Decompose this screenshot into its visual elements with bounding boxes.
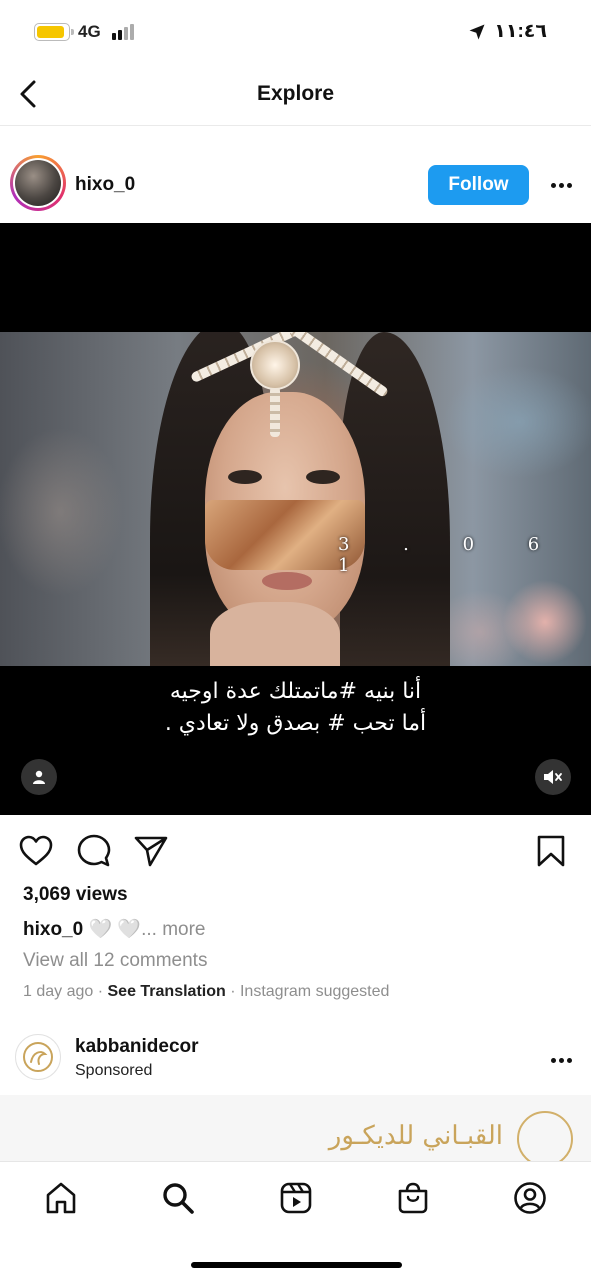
network-type: 4G bbox=[78, 22, 101, 41]
post-username[interactable]: hixo_0 bbox=[75, 174, 135, 196]
meta-separator: · bbox=[225, 983, 240, 1000]
comment-button[interactable] bbox=[76, 833, 112, 869]
comment-icon bbox=[77, 834, 111, 867]
like-button[interactable] bbox=[18, 833, 54, 869]
caption-text: 🤍 🤍 bbox=[83, 919, 142, 940]
home-indicator bbox=[191, 1262, 402, 1268]
see-translation-link[interactable]: See Translation bbox=[108, 983, 226, 1000]
page-title: Explore bbox=[256, 82, 335, 105]
ad-logo-icon bbox=[517, 1111, 573, 1161]
video-overlay-text: 3 . 0 6 1 bbox=[338, 534, 564, 576]
shop-bag-icon bbox=[398, 1182, 428, 1214]
nav-home[interactable] bbox=[43, 1180, 79, 1216]
follow-button[interactable]: Follow bbox=[428, 165, 529, 205]
video-caption-line: أما تحب # بصدق ولا تعادي . bbox=[164, 711, 427, 736]
video-frame: 3 . 0 6 1 bbox=[0, 332, 591, 666]
heart-icon bbox=[19, 835, 53, 866]
caption-more-link[interactable]: ... more bbox=[141, 919, 205, 940]
reels-icon bbox=[280, 1182, 312, 1214]
brand-name[interactable]: kabbanidecor bbox=[75, 1036, 199, 1058]
video-caption-line: أنا بنيه #ماتمتلك عدة اوجيه bbox=[169, 679, 422, 704]
location-arrow-icon bbox=[469, 24, 485, 39]
nav-search[interactable] bbox=[160, 1180, 196, 1216]
brand-avatar[interactable] bbox=[15, 1034, 61, 1080]
bookmark-icon bbox=[537, 835, 565, 867]
clock: ١١:٤٦ bbox=[494, 21, 547, 42]
home-icon bbox=[46, 1182, 76, 1214]
post-video[interactable]: 3 . 0 6 1 أنا بنيه #ماتمتلك عدة اوجيه أم… bbox=[0, 223, 591, 815]
battery-icon bbox=[34, 23, 74, 41]
view-count: 3,069 views bbox=[23, 884, 128, 905]
status-bar: 4G ١١:٤٦ bbox=[0, 0, 591, 62]
avatar[interactable] bbox=[10, 155, 66, 211]
caption-username[interactable]: hixo_0 bbox=[23, 919, 83, 940]
video-caption: أنا بنيه #ماتمتلك عدة اوجيه أما تحب # بص… bbox=[0, 676, 591, 740]
sponsored-post-header: kabbanidecor Sponsored bbox=[0, 1024, 591, 1094]
brand-logo-icon bbox=[23, 1042, 53, 1072]
nav-shop[interactable] bbox=[395, 1180, 431, 1216]
save-button[interactable] bbox=[533, 833, 569, 869]
ad-media[interactable]: القبـاني للديكـور bbox=[0, 1095, 591, 1161]
tagged-users-button[interactable] bbox=[21, 759, 57, 795]
sponsored-label: Sponsored bbox=[75, 1062, 153, 1079]
nav-profile[interactable] bbox=[512, 1180, 548, 1216]
suggested-label: Instagram suggested bbox=[239, 983, 390, 1000]
post-meta: 1 day ago · See Translation · Instagram … bbox=[23, 983, 389, 1001]
more-options-button[interactable] bbox=[545, 171, 577, 199]
post-timestamp: 1 day ago bbox=[23, 983, 94, 1000]
search-icon bbox=[163, 1183, 194, 1214]
more-dots-icon bbox=[550, 182, 556, 188]
more-dots-icon bbox=[550, 1057, 556, 1063]
post-actions bbox=[0, 815, 591, 885]
profile-icon bbox=[514, 1182, 546, 1214]
mute-button[interactable] bbox=[535, 759, 571, 795]
bottom-navigation bbox=[0, 1161, 591, 1280]
post-caption: hixo_0 🤍 🤍... more bbox=[23, 917, 205, 941]
speaker-muted-icon bbox=[544, 770, 562, 784]
meta-separator: · bbox=[93, 983, 108, 1000]
share-button[interactable] bbox=[133, 833, 169, 869]
view-comments-link[interactable]: View all 12 comments bbox=[23, 950, 207, 972]
nav-reels[interactable] bbox=[278, 1180, 314, 1216]
top-header: Explore bbox=[0, 62, 591, 126]
sponsored-more-button[interactable] bbox=[545, 1046, 577, 1074]
signal-icon bbox=[112, 24, 138, 40]
ad-brand-text: القبـاني للديكـور bbox=[328, 1121, 503, 1151]
battery-level bbox=[37, 26, 64, 38]
send-icon bbox=[134, 836, 168, 867]
person-icon bbox=[33, 770, 45, 784]
post-header: hixo_0 Follow bbox=[0, 127, 591, 223]
